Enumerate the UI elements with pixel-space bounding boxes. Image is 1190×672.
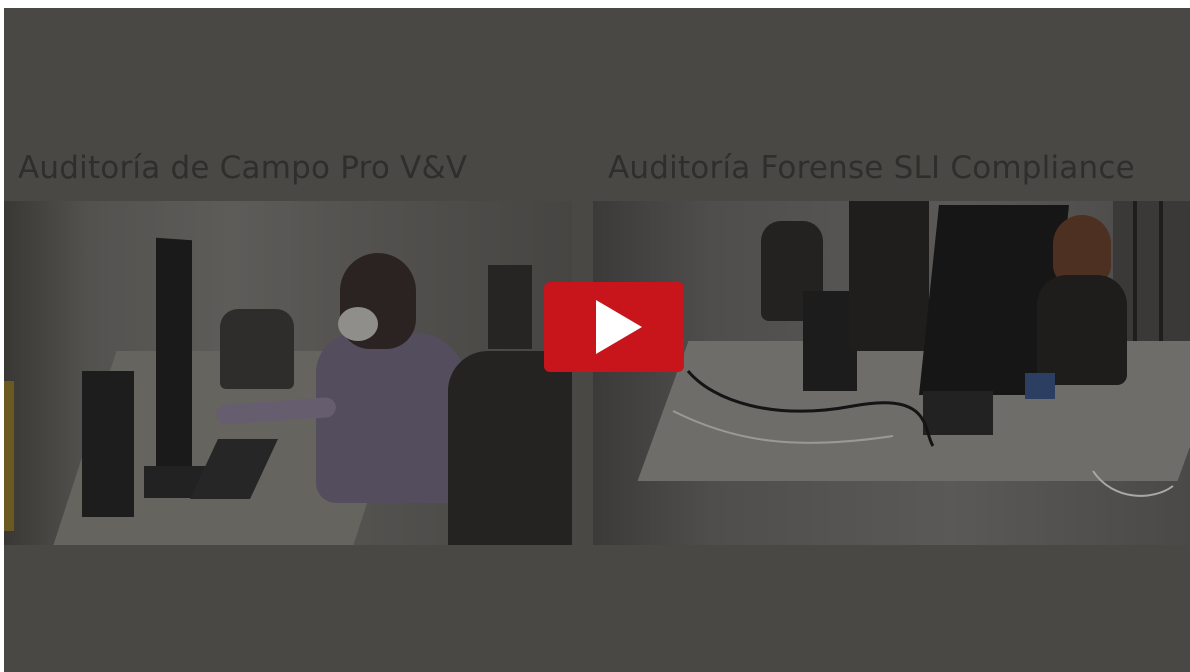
right-panel-title: Auditoría Forense SLI Compliance (608, 150, 1135, 186)
play-button[interactable] (544, 282, 684, 372)
play-icon (596, 300, 642, 354)
left-panel-title: Auditoría de Campo Pro V&V (18, 150, 468, 186)
right-video-still (593, 201, 1190, 545)
video-player[interactable]: Auditoría de Campo Pro V&V Auditoría For… (4, 8, 1190, 672)
left-video-still (4, 201, 572, 545)
